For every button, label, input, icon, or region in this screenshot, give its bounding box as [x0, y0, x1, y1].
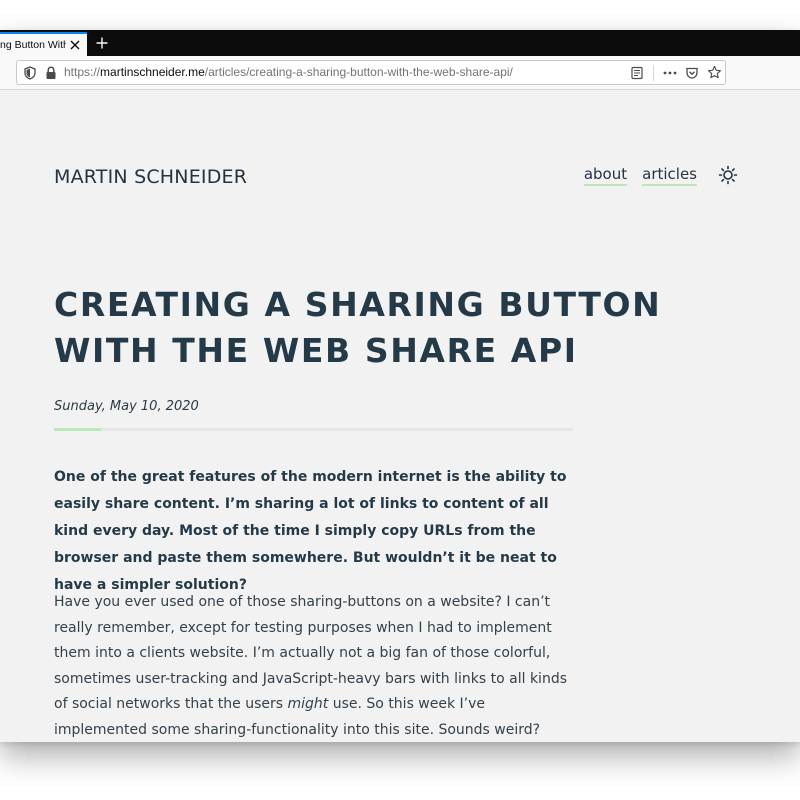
url-bar[interactable]: https://martinschneider.me/articles/crea…: [16, 60, 726, 85]
article-date: Sunday, May 10, 2020: [54, 399, 199, 414]
article-lead: One of the great features of the modern …: [54, 469, 567, 593]
more-actions-icon[interactable]: [659, 63, 681, 83]
page-content: MARTIN SCHNEIDER about articles CREATING…: [0, 90, 800, 742]
article-paragraph: Have you ever used one of those sharing-…: [54, 590, 579, 742]
site-nav: about articles: [569, 164, 739, 186]
plus-icon: [96, 37, 108, 49]
nav-link-articles[interactable]: articles: [642, 165, 697, 186]
tab-active[interactable]: ng Button With: [0, 32, 87, 56]
url-path: /articles/creating-a-sharing-button-with…: [204, 65, 513, 79]
theme-toggle-button[interactable]: [717, 164, 739, 186]
url-separator: [653, 64, 654, 81]
tab-strip: ng Button With: [0, 30, 800, 56]
url-scheme: https://: [64, 65, 101, 79]
url-text[interactable]: https://martinschneider.me/articles/crea…: [64, 65, 513, 79]
article-title: CREATING A SHARING BUTTON WITH THE WEB S…: [54, 285, 662, 370]
paragraph-emphasis: might: [287, 696, 329, 712]
tab-title: ng Button With: [0, 39, 66, 51]
title-divider: [54, 428, 573, 431]
screenshot-stage: ng Button With https://martinschneider.m…: [0, 0, 800, 800]
new-tab-button[interactable]: [92, 33, 112, 53]
navigation-toolbar: https://martinschneider.me/articles/crea…: [0, 56, 800, 90]
url-host: martinschneider.me: [100, 65, 205, 79]
sun-icon: [718, 165, 738, 185]
nav-link-about[interactable]: about: [583, 165, 628, 186]
site-title[interactable]: MARTIN SCHNEIDER: [54, 166, 247, 188]
close-icon[interactable]: [67, 37, 83, 53]
shield-icon[interactable]: [23, 66, 37, 80]
divider-accent: [54, 428, 101, 431]
browser-window: ng Button With https://martinschneider.m…: [0, 30, 800, 742]
lock-icon[interactable]: [45, 66, 57, 80]
reader-view-icon[interactable]: [626, 63, 648, 83]
paragraph-text-start: Have you ever used one of those sharing-…: [54, 594, 567, 712]
star-icon[interactable]: [703, 63, 725, 83]
url-actions: [626, 61, 725, 84]
pocket-icon[interactable]: [681, 63, 703, 83]
